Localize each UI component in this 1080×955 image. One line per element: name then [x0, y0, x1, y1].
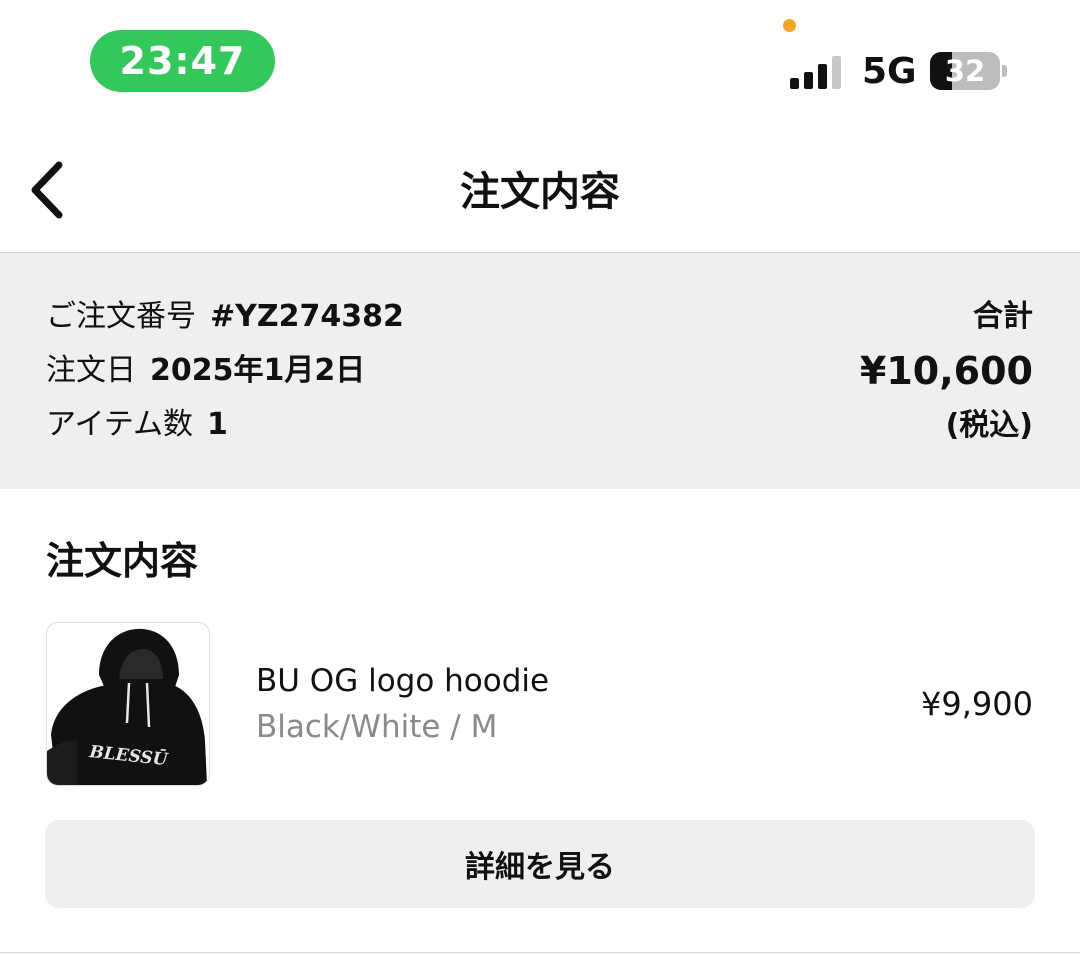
- total-amount: ¥10,600: [859, 349, 1033, 393]
- battery-icon: 32: [930, 52, 1000, 90]
- chevron-left-icon: [31, 161, 63, 219]
- contents-section-title: 注文内容: [46, 539, 199, 583]
- status-bar: 23:47 5G 32: [0, 0, 1080, 120]
- product-name[interactable]: BU OG logo hoodie: [256, 660, 549, 702]
- item-count: 1: [207, 407, 228, 442]
- page-title: 注文内容: [460, 169, 620, 215]
- item-count-label: アイテム数: [46, 407, 193, 442]
- network-type-label: 5G: [862, 51, 917, 92]
- back-button[interactable]: [12, 150, 82, 230]
- order-number-label: ご注文番号: [46, 299, 196, 334]
- order-summary: ご注文番号 #YZ274382 注文日 2025年1月2日 アイテム数 1 合計 ¥1…: [0, 253, 1080, 489]
- privacy-indicator-dot: [783, 19, 796, 32]
- tax-included-note: (税込): [945, 408, 1033, 443]
- product-thumbnail[interactable]: BLESSŪ: [46, 622, 210, 786]
- cellular-signal-icon: [790, 55, 845, 89]
- product-variant: Black/White / M: [256, 709, 498, 745]
- order-date: 2025年1月2日: [150, 353, 366, 388]
- order-date-label: 注文日: [46, 353, 136, 388]
- status-time[interactable]: 23:47: [90, 30, 275, 92]
- product-price: ¥9,900: [921, 685, 1033, 723]
- navigation-bar: 注文内容: [0, 120, 1080, 253]
- order-number-row: ご注文番号 #YZ274382: [46, 297, 404, 337]
- total-label: 合計: [973, 299, 1033, 334]
- order-date-row: 注文日 2025年1月2日: [46, 351, 365, 391]
- view-details-button[interactable]: 詳細を見る: [45, 820, 1035, 908]
- item-count-row: アイテム数 1: [46, 405, 228, 445]
- divider: [0, 952, 1080, 953]
- battery-level: 32: [944, 54, 986, 88]
- battery-terminal: [1002, 65, 1007, 77]
- order-number: #YZ274382: [210, 299, 404, 334]
- hoodie-image: BLESSŪ: [47, 623, 209, 785]
